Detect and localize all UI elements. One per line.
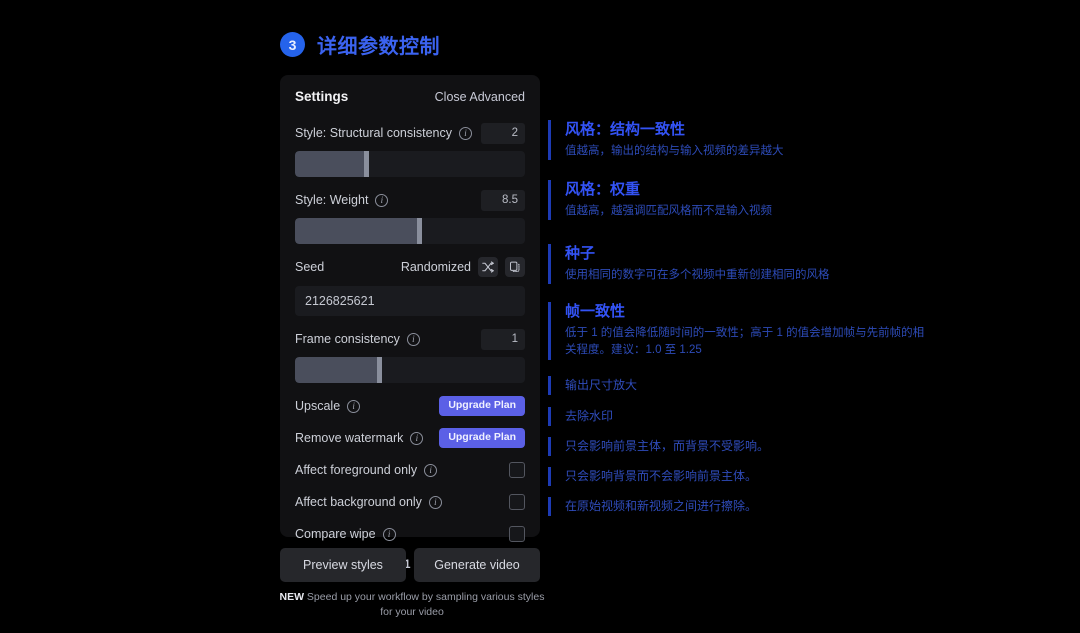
annotation-body: 在原始视频和新视频之间进行擦除。 xyxy=(565,499,758,513)
panel-header: Settings Close Advanced xyxy=(295,89,525,104)
annotation-affect-background: 只会影响背景而不会影响前景主体。 xyxy=(548,467,938,486)
frame-consistency-slider[interactable] xyxy=(295,357,525,383)
compare-wipe-label: Compare wipe xyxy=(295,527,376,541)
upscale-upgrade-plan-button[interactable]: Upgrade Plan xyxy=(439,396,525,416)
footnote: NEW Speed up your workflow by sampling v… xyxy=(272,590,552,620)
screen: 3 详细参数控制 Settings Close Advanced Style: … xyxy=(0,0,1080,633)
upscale-label-group: Upscale i xyxy=(295,399,361,413)
annotation-heading: 风格：结构一致性 xyxy=(565,121,686,138)
structural-consistency-row: Style: Structural consistency i 2 xyxy=(295,122,525,144)
upscale-label: Upscale xyxy=(295,399,341,413)
info-icon[interactable]: i xyxy=(410,431,424,445)
annotation-body: 低于 1 的值会降低随时间的一致性；高于 1 的值会增加帧与先前帧的相关程度。建… xyxy=(565,326,925,357)
generate-video-button[interactable]: Generate video xyxy=(414,548,540,582)
style-weight-slider[interactable] xyxy=(295,218,525,244)
affect-background-label: Affect background only xyxy=(295,495,422,509)
style-weight-label: Style: Weight xyxy=(295,193,369,207)
compare-wipe-checkbox[interactable] xyxy=(509,526,525,542)
copy-icon[interactable] xyxy=(505,257,525,277)
structural-consistency-label: Style: Structural consistency xyxy=(295,126,453,140)
remove-watermark-upgrade-plan-button[interactable]: Upgrade Plan xyxy=(439,428,525,448)
annotation-heading: 风格：权重 xyxy=(565,181,641,198)
affect-foreground-label: Affect foreground only xyxy=(295,463,418,477)
annotation-style-weight: 风格：权重 值越高，越强调匹配风格而不是输入视频 xyxy=(548,180,938,221)
affect-background-row: Affect background only i xyxy=(295,491,525,513)
remove-watermark-label-group: Remove watermark i xyxy=(295,431,424,445)
affect-foreground-row: Affect foreground only i xyxy=(295,459,525,481)
slider-knob[interactable] xyxy=(416,218,422,244)
footnote-text: Speed up your workflow by sampling vario… xyxy=(304,591,545,619)
slider-fill xyxy=(295,357,383,383)
structural-consistency-slider[interactable] xyxy=(295,151,525,177)
info-icon[interactable]: i xyxy=(375,193,389,207)
info-icon[interactable]: i xyxy=(459,126,473,140)
annotation-compare-wipe: 在原始视频和新视频之间进行擦除。 xyxy=(548,497,938,516)
annotation-heading: 帧一致性 xyxy=(565,303,626,320)
annotation-body: 值越高，输出的结构与输入视频的差异越大 xyxy=(565,144,784,157)
slider-fill xyxy=(295,218,422,244)
structural-consistency-value[interactable]: 2 xyxy=(481,122,525,144)
step-number-badge: 3 xyxy=(280,32,305,57)
shuffle-icon[interactable] xyxy=(478,257,498,277)
annotation-affect-foreground: 只会影响前景主体，而背景不受影响。 xyxy=(548,437,938,456)
remove-watermark-label: Remove watermark xyxy=(295,431,404,445)
annotation-body: 值越高，越强调匹配风格而不是输入视频 xyxy=(565,204,772,217)
compare-wipe-label-group: Compare wipe i xyxy=(295,527,396,541)
close-advanced-button[interactable]: Close Advanced xyxy=(435,90,525,104)
annotation-body: 输出尺寸放大 xyxy=(565,378,638,392)
slider-fill xyxy=(295,151,369,177)
annotation-seed: 种子 使用相同的数字可在多个视频中重新创建相同的风格 xyxy=(548,244,938,285)
info-icon[interactable]: i xyxy=(382,527,396,541)
frame-consistency-value[interactable]: 1 xyxy=(481,328,525,350)
frame-consistency-label: Frame consistency xyxy=(295,332,400,346)
annotation-heading: 种子 xyxy=(565,245,596,262)
compare-wipe-row: Compare wipe i xyxy=(295,523,525,545)
info-icon[interactable]: i xyxy=(347,399,361,413)
style-weight-row: Style: Weight i 8.5 xyxy=(295,189,525,211)
settings-panel: Settings Close Advanced Style: Structura… xyxy=(280,75,540,571)
action-button-row: Preview styles Generate video xyxy=(280,548,540,582)
seed-input[interactable]: 2126825621 xyxy=(295,286,525,316)
info-icon[interactable]: i xyxy=(424,463,438,477)
frame-consistency-row: Frame consistency i 1 xyxy=(295,328,525,350)
annotation-upscale: 输出尺寸放大 xyxy=(548,376,938,395)
seed-controls: Randomized xyxy=(401,257,525,277)
info-icon[interactable]: i xyxy=(406,332,420,346)
annotation-structural-consistency: 风格：结构一致性 值越高，输出的结构与输入视频的差异越大 xyxy=(548,120,938,161)
slider-knob[interactable] xyxy=(363,151,369,177)
remove-watermark-row: Remove watermark i Upgrade Plan xyxy=(295,427,525,449)
upscale-row: Upscale i Upgrade Plan xyxy=(295,395,525,417)
affect-background-label-group: Affect background only i xyxy=(295,495,442,509)
style-weight-label-group: Style: Weight i xyxy=(295,193,389,207)
affect-background-checkbox[interactable] xyxy=(509,494,525,510)
frame-consistency-label-group: Frame consistency i xyxy=(295,332,420,346)
annotation-body: 只会影响前景主体，而背景不受影响。 xyxy=(565,439,770,453)
annotation-remove-watermark: 去除水印 xyxy=(548,407,938,426)
seed-row: Seed Randomized xyxy=(295,256,525,278)
seed-state-label: Randomized xyxy=(400,260,471,274)
step-heading: 3 详细参数控制 xyxy=(280,30,440,59)
preview-styles-button[interactable]: Preview styles xyxy=(280,548,406,582)
annotation-body: 使用相同的数字可在多个视频中重新创建相同的风格 xyxy=(565,268,830,281)
style-weight-value[interactable]: 8.5 xyxy=(481,189,525,211)
structural-consistency-label-group: Style: Structural consistency i xyxy=(295,126,473,140)
seed-label: Seed xyxy=(295,260,325,274)
page-title: 详细参数控制 xyxy=(317,36,440,58)
annotation-body: 只会影响背景而不会影响前景主体。 xyxy=(565,469,758,483)
slider-knob[interactable] xyxy=(377,357,383,383)
affect-foreground-label-group: Affect foreground only i xyxy=(295,463,438,477)
annotation-frame-consistency: 帧一致性 低于 1 的值会降低随时间的一致性；高于 1 的值会增加帧与先前帧的相… xyxy=(548,302,933,361)
new-badge: NEW xyxy=(279,591,305,603)
info-icon[interactable]: i xyxy=(428,495,442,509)
affect-foreground-checkbox[interactable] xyxy=(509,462,525,478)
panel-title: Settings xyxy=(295,89,349,104)
annotation-body: 去除水印 xyxy=(565,409,614,423)
